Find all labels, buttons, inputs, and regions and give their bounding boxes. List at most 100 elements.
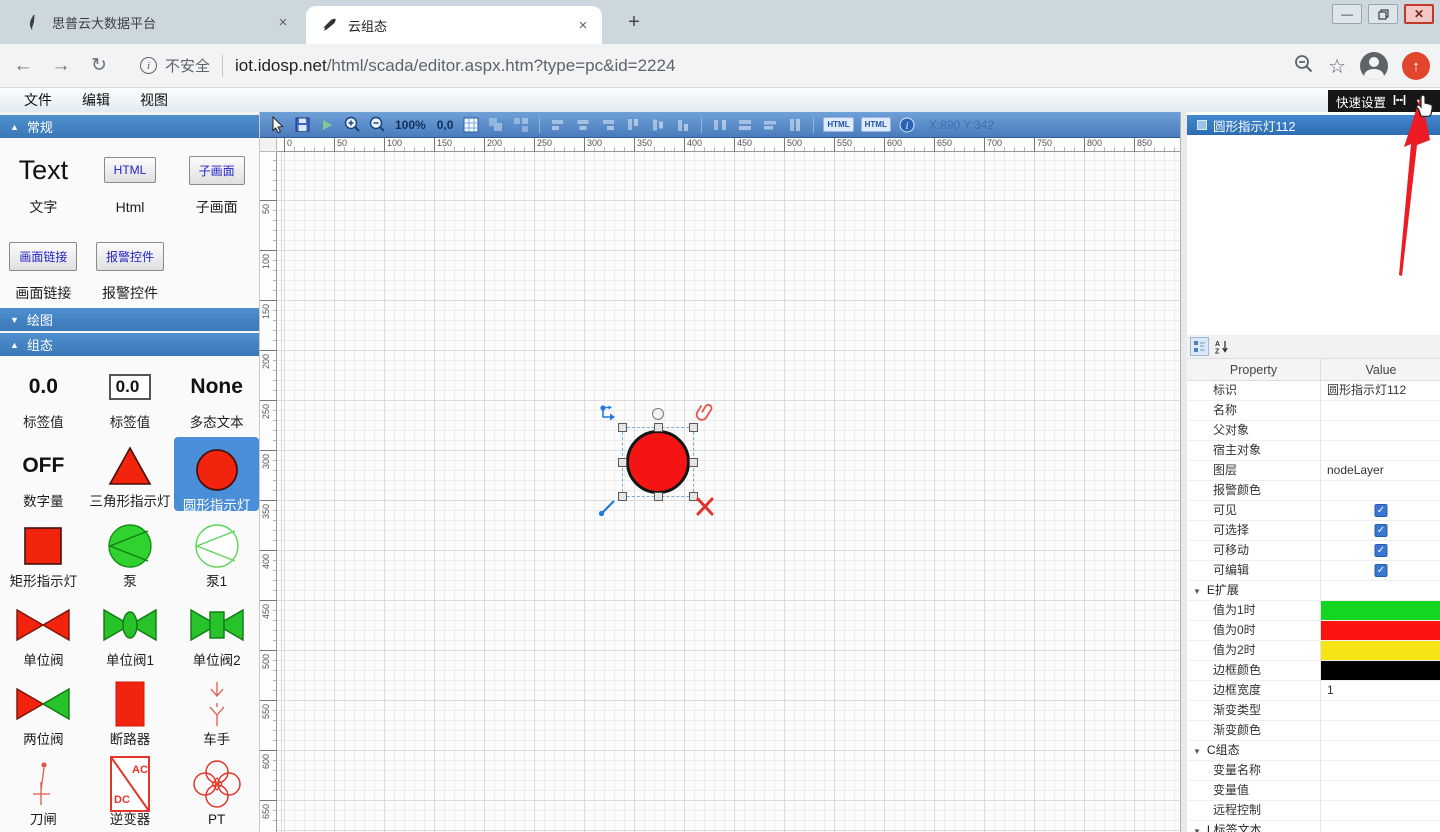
palette-item-text-bold-0-0[interactable]: 0.0标签值 <box>0 356 87 434</box>
palette-item-breaker-rect[interactable]: 断路器 <box>87 673 174 751</box>
property-row[interactable]: 名称 <box>1187 401 1440 421</box>
property-row[interactable]: 宿主对象 <box>1187 441 1440 461</box>
tab-dashboard[interactable]: 思普云大数据平台 × <box>10 0 302 44</box>
address-text[interactable]: iot.idosp.net/html/scada/editor.aspx.htm… <box>235 56 675 76</box>
property-value[interactable] <box>1321 481 1440 500</box>
same-height-icon[interactable] <box>761 116 779 134</box>
property-row[interactable]: 渐变颜色 <box>1187 721 1440 741</box>
resize-handle-sw[interactable] <box>618 492 627 501</box>
palette-item-text-boxed-0-0[interactable]: 0.0标签值 <box>87 356 174 434</box>
new-tab-button[interactable]: + <box>620 8 648 36</box>
zoom-in-icon[interactable] <box>343 116 361 134</box>
checkbox[interactable]: ✓ <box>1375 544 1388 557</box>
section-collapse-icon[interactable]: ▼ <box>1193 827 1201 832</box>
property-row[interactable]: 值为0时 <box>1187 621 1440 641</box>
property-value[interactable]: nodeLayer <box>1321 461 1440 480</box>
palette-section-drawing[interactable]: ▼ 绘图 <box>0 308 260 331</box>
property-row[interactable]: 可见✓ <box>1187 501 1440 521</box>
tab-scada-editor[interactable]: 云组态 × <box>306 6 602 44</box>
line-draw-icon[interactable] <box>597 496 619 523</box>
palette-item-pump-green[interactable]: 泵 <box>87 515 174 593</box>
palette-item-inverter-acdc[interactable]: ACDC逆变器 <box>87 753 174 831</box>
palette-item-red-triangle[interactable]: 三角形指示灯 <box>87 435 174 513</box>
palette-item-button-报警控件[interactable]: 报警控件报警控件 <box>87 224 174 310</box>
color-swatch[interactable] <box>1321 641 1440 660</box>
property-value[interactable]: ✓ <box>1321 561 1440 580</box>
property-value[interactable] <box>1321 701 1440 720</box>
palette-item-crossing-arrows[interactable]: 车手 <box>173 673 260 751</box>
alphabetical-sort-icon[interactable]: AZ <box>1212 337 1231 356</box>
html-export-button[interactable]: HTML <box>823 117 853 132</box>
property-value[interactable] <box>1321 601 1440 620</box>
palette-item-red-circle[interactable]: 圆形指示灯 <box>174 437 259 511</box>
circle-indicator-node[interactable] <box>626 430 690 494</box>
tab-close-icon[interactable]: × <box>574 16 592 34</box>
selected-node-bounds[interactable] <box>622 427 694 497</box>
resize-handle-w[interactable] <box>618 458 627 467</box>
property-value[interactable]: ✓ <box>1321 501 1440 520</box>
property-row[interactable]: 标识圆形指示灯112 <box>1187 381 1440 401</box>
resize-handle-e[interactable] <box>689 458 698 467</box>
menu-file[interactable]: 文件 <box>18 88 58 112</box>
page-info-icon[interactable]: i <box>140 57 157 74</box>
select-cursor-icon[interactable] <box>268 116 286 134</box>
palette-item-button-画面链接[interactable]: 画面链接画面链接 <box>0 224 87 310</box>
property-value[interactable] <box>1321 781 1440 800</box>
tab-close-icon[interactable]: × <box>274 13 292 31</box>
resize-handle-s[interactable] <box>654 492 663 501</box>
property-row[interactable]: 渐变类型 <box>1187 701 1440 721</box>
delete-icon[interactable] <box>695 497 715 521</box>
same-size-icon[interactable] <box>786 116 804 134</box>
section-collapse-icon[interactable]: ▼ <box>1193 747 1201 756</box>
property-value[interactable]: ✓ <box>1321 541 1440 560</box>
restore-button[interactable] <box>1368 4 1398 24</box>
checkbox[interactable]: ✓ <box>1375 504 1388 517</box>
align-middle-icon[interactable] <box>649 116 667 134</box>
property-value[interactable] <box>1321 641 1440 660</box>
property-value[interactable]: 圆形指示灯112 <box>1321 381 1440 400</box>
palette-section-general[interactable]: ▲ 常规 <box>0 115 260 138</box>
align-top-icon[interactable] <box>624 116 642 134</box>
property-row[interactable]: 图层nodeLayer <box>1187 461 1440 481</box>
menu-edit[interactable]: 编辑 <box>76 88 116 112</box>
property-value[interactable] <box>1321 661 1440 680</box>
attachment-paperclip-icon[interactable] <box>695 402 715 429</box>
property-row[interactable]: 边框宽度1 <box>1187 681 1440 701</box>
palette-item-valve-red[interactable]: 单位阀 <box>0 594 87 672</box>
design-canvas[interactable] <box>277 152 1180 832</box>
property-row[interactable]: 值为2时 <box>1187 641 1440 661</box>
close-button[interactable]: ✕ <box>1404 4 1434 24</box>
align-bottom-icon[interactable] <box>674 116 692 134</box>
property-value[interactable] <box>1321 441 1440 460</box>
color-swatch[interactable] <box>1321 621 1440 640</box>
property-row[interactable]: 可编辑✓ <box>1187 561 1440 581</box>
section-collapse-icon[interactable]: ▼ <box>1193 587 1201 596</box>
save-icon[interactable] <box>293 116 311 134</box>
zoom-out-icon[interactable] <box>368 116 386 134</box>
checkbox[interactable]: ✓ <box>1375 524 1388 537</box>
property-value[interactable] <box>1321 801 1440 820</box>
align-center-icon[interactable] <box>574 116 592 134</box>
palette-item-button-html[interactable]: HTMLHtml <box>87 138 174 224</box>
palette-item-text-large-text[interactable]: Text文字 <box>0 138 87 224</box>
palette-section-scada[interactable]: ▲ 组态 <box>0 333 260 356</box>
property-value[interactable] <box>1321 761 1440 780</box>
palette-item-valve-green-ellipse[interactable]: 单位阀1 <box>87 594 174 672</box>
categorized-view-icon[interactable] <box>1190 337 1209 356</box>
align-right-icon[interactable] <box>599 116 617 134</box>
property-value[interactable] <box>1321 721 1440 740</box>
palette-item-pt-flower[interactable]: PT <box>173 753 260 831</box>
property-value[interactable] <box>1321 401 1440 420</box>
palette-item-knife-switch[interactable]: 刀闸 <box>0 753 87 831</box>
color-swatch[interactable] <box>1321 661 1440 680</box>
palette-item-pump-outline[interactable]: 泵1 <box>173 515 260 593</box>
bookmark-star-icon[interactable]: ☆ <box>1328 54 1346 79</box>
quick-settings-label[interactable]: 快速设置 <box>1336 92 1386 111</box>
property-section-row[interactable]: ▼E扩展 <box>1187 581 1440 601</box>
property-row[interactable]: 变量名称 <box>1187 761 1440 781</box>
palette-item-valve-green-rect[interactable]: 单位阀2 <box>173 594 260 672</box>
group-icon[interactable] <box>487 116 505 134</box>
property-value[interactable] <box>1321 421 1440 440</box>
back-icon[interactable]: ← <box>8 51 38 81</box>
align-left-icon[interactable] <box>549 116 567 134</box>
